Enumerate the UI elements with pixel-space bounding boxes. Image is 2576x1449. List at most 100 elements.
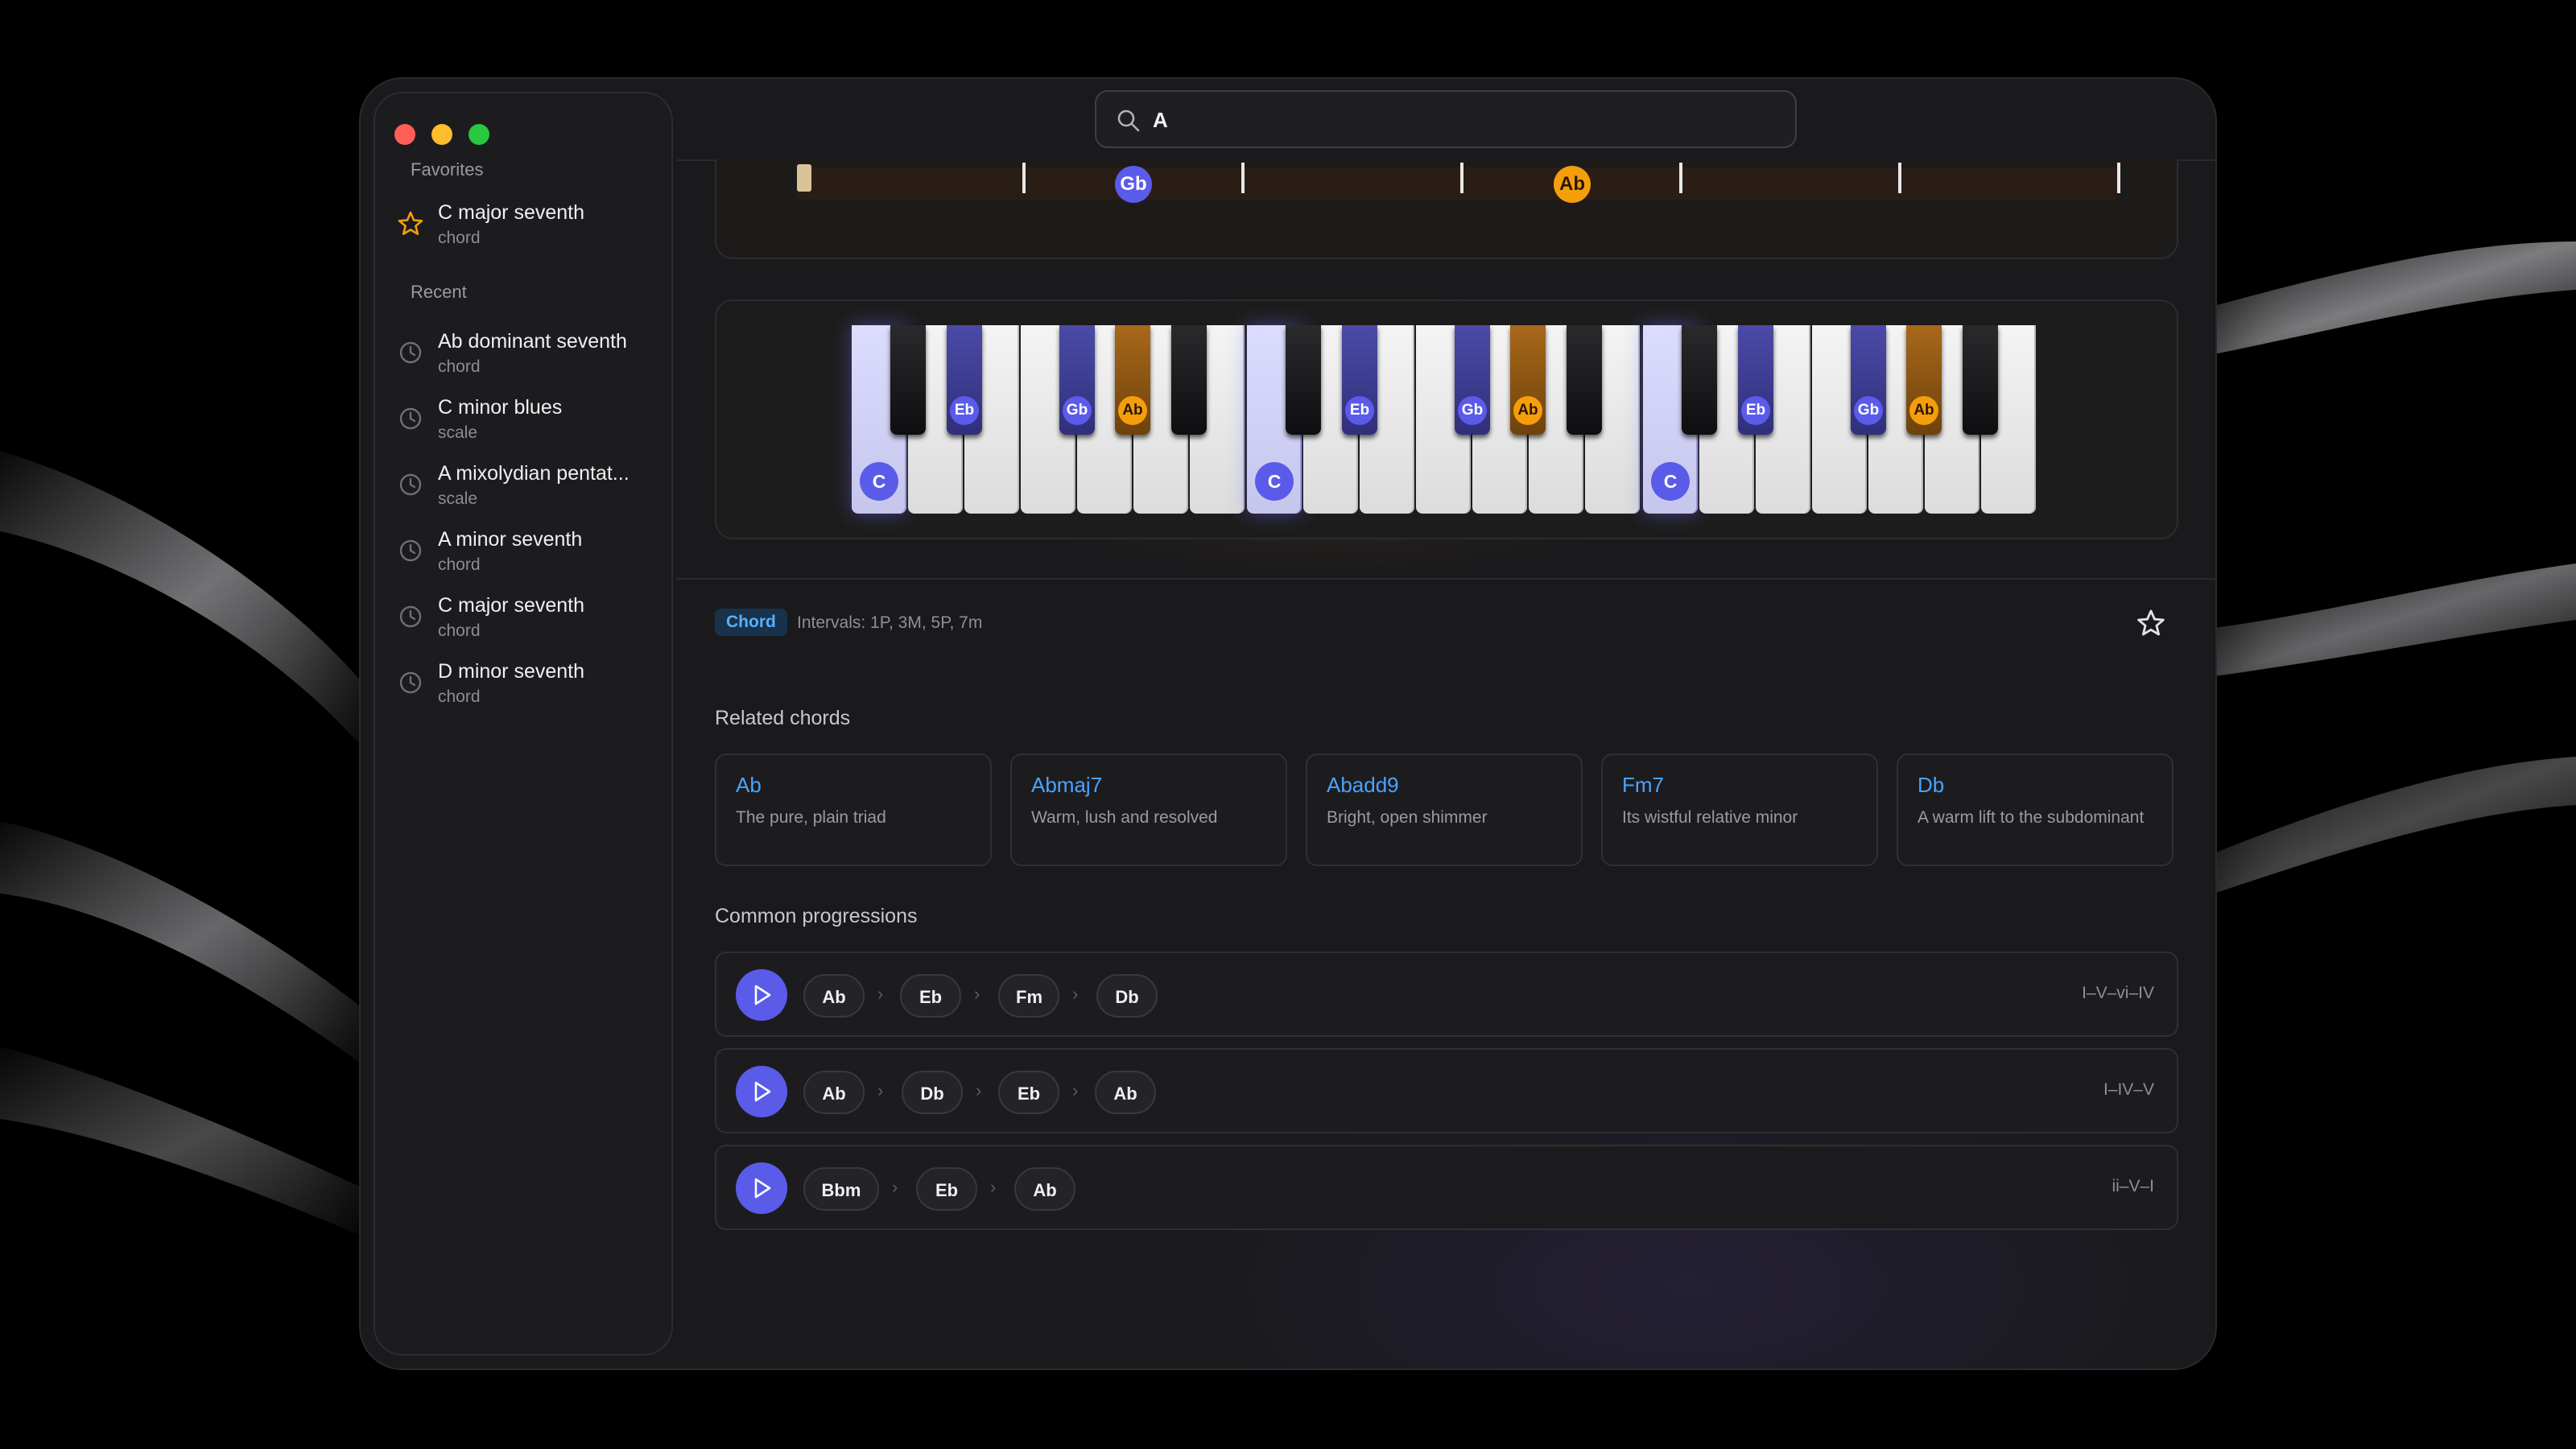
- piano-black-key[interactable]: Gb: [1851, 325, 1886, 435]
- chord-pill[interactable]: Ab: [803, 1071, 865, 1114]
- search-input[interactable]: A: [1095, 90, 1797, 148]
- piano-black-key[interactable]: [1682, 325, 1717, 435]
- related-chord-desc: Warm, lush and resolved: [1031, 808, 1218, 827]
- note-marker: Eb: [950, 396, 979, 425]
- clock-icon: [399, 671, 422, 694]
- play-button[interactable]: [736, 969, 787, 1021]
- intervals-text: Intervals: 1P, 3M, 5P, 7m: [797, 613, 983, 632]
- sidebar-recent-item[interactable]: Ab dominant seventh chord: [396, 327, 662, 385]
- play-icon: [754, 1178, 771, 1199]
- related-chord-card[interactable]: Db A warm lift to the subdominant: [1897, 753, 2174, 866]
- search-value: A: [1153, 108, 1168, 132]
- sidebar: Favorites C major seventh chord Recent A…: [374, 92, 673, 1356]
- piano-black-key[interactable]: Gb: [1455, 325, 1490, 435]
- fretboard-note-marker[interactable]: Gb: [1115, 166, 1152, 203]
- sidebar-recent-item[interactable]: D minor seventh chord: [396, 657, 662, 715]
- play-button[interactable]: [736, 1066, 787, 1117]
- piano-black-key[interactable]: [1171, 325, 1207, 435]
- recent-type: scale: [438, 489, 478, 508]
- piano-black-key[interactable]: Ab: [1115, 325, 1150, 435]
- related-chord-card[interactable]: Fm7 Its wistful relative minor: [1601, 753, 1878, 866]
- related-chord-card[interactable]: Ab The pure, plain triad: [715, 753, 992, 866]
- chord-pill[interactable]: Ab: [803, 974, 865, 1018]
- note-marker: Eb: [1741, 396, 1770, 425]
- chevron-right-icon: ›: [974, 984, 980, 1004]
- piano-black-key[interactable]: Gb: [1059, 325, 1095, 435]
- favorite-type: chord: [438, 229, 481, 247]
- sidebar-recent-item[interactable]: A minor seventh chord: [396, 525, 662, 583]
- fretboard-nut: [797, 164, 811, 192]
- piano-black-key[interactable]: Ab: [1906, 325, 1942, 435]
- search-icon: [1117, 109, 1140, 132]
- note-marker: Gb: [1854, 396, 1883, 425]
- progressions-heading: Common progressions: [715, 905, 918, 927]
- progression-row: Ab › Eb › Fm › Db I–V–vi–IV: [715, 952, 2178, 1037]
- clock-icon: [399, 473, 422, 496]
- related-chord-card[interactable]: Abadd9 Bright, open shimmer: [1306, 753, 1583, 866]
- chord-pill[interactable]: Eb: [998, 1071, 1059, 1114]
- section-divider: [676, 578, 2215, 580]
- recent-heading: Recent: [411, 282, 467, 302]
- clock-icon: [399, 407, 422, 430]
- sidebar-recent-item[interactable]: A mixolydian pentat... scale: [396, 459, 662, 517]
- app-window: Favorites C major seventh chord Recent A…: [361, 79, 2215, 1368]
- piano-black-key[interactable]: Ab: [1510, 325, 1546, 435]
- related-chord-desc: Its wistful relative minor: [1622, 808, 1798, 827]
- chevron-right-icon: ›: [1072, 984, 1079, 1004]
- chord-pill[interactable]: Eb: [916, 1167, 977, 1211]
- recent-title: A mixolydian pentat...: [438, 462, 630, 485]
- related-chord-desc: Bright, open shimmer: [1327, 808, 1488, 827]
- chord-pill[interactable]: Db: [902, 1071, 963, 1114]
- note-marker: Ab: [1118, 396, 1147, 425]
- fret: [1460, 163, 1463, 193]
- minimize-window-button[interactable]: [431, 124, 452, 145]
- sidebar-recent-item[interactable]: C minor blues scale: [396, 393, 662, 451]
- note-marker: Ab: [1909, 396, 1938, 425]
- chord-pill[interactable]: Db: [1096, 974, 1158, 1018]
- chord-pill[interactable]: Fm: [998, 974, 1059, 1018]
- recent-type: chord: [438, 357, 481, 376]
- progression-row: Ab › Db › Eb › Ab I–IV–V: [715, 1048, 2178, 1133]
- piano-black-key[interactable]: [890, 325, 926, 435]
- play-icon: [754, 1081, 771, 1102]
- chevron-right-icon: ›: [990, 1177, 997, 1197]
- chevron-right-icon: ›: [1072, 1080, 1079, 1100]
- sidebar-favorite-item[interactable]: C major seventh chord: [396, 198, 662, 256]
- piano-black-key[interactable]: [1286, 325, 1321, 435]
- chord-pill[interactable]: Ab: [1014, 1167, 1075, 1211]
- chord-pill[interactable]: Bbm: [803, 1167, 879, 1211]
- fretboard-string: [797, 167, 2117, 200]
- chord-pill[interactable]: Eb: [900, 974, 961, 1018]
- piano-black-key[interactable]: [1567, 325, 1602, 435]
- piano-black-key[interactable]: Eb: [1738, 325, 1773, 435]
- sidebar-recent-item[interactable]: C major seventh chord: [396, 591, 662, 649]
- recent-title: C major seventh: [438, 594, 585, 617]
- clock-icon: [399, 605, 422, 628]
- play-button[interactable]: [736, 1162, 787, 1214]
- clock-icon: [399, 539, 422, 562]
- piano-black-key[interactable]: Eb: [947, 325, 982, 435]
- chevron-right-icon: ›: [877, 1080, 884, 1100]
- fretboard-note-marker[interactable]: Ab: [1554, 166, 1591, 203]
- recent-type: chord: [438, 621, 481, 640]
- related-chord-desc: The pure, plain triad: [736, 808, 886, 827]
- chevron-right-icon: ›: [976, 1080, 982, 1100]
- note-marker: C: [860, 462, 898, 501]
- close-window-button[interactable]: [394, 124, 415, 145]
- chevron-right-icon: ›: [877, 984, 884, 1004]
- zoom-window-button[interactable]: [469, 124, 489, 145]
- roman-numerals: I–V–vi–IV: [2082, 984, 2154, 1002]
- piano-black-key[interactable]: [1963, 325, 1998, 435]
- chord-pill[interactable]: Ab: [1095, 1071, 1156, 1114]
- piano-keyboard: C C C Eb Gb Ab Eb Gb Ab Eb Gb Ab: [852, 325, 2040, 514]
- star-icon: [398, 211, 423, 235]
- recent-type: chord: [438, 687, 481, 706]
- roman-numerals: I–IV–V: [2103, 1080, 2154, 1099]
- related-chord-card[interactable]: Abmaj7 Warm, lush and resolved: [1010, 753, 1287, 866]
- favorite-star-button[interactable]: [2135, 607, 2167, 639]
- recent-title: C minor blues: [438, 396, 563, 419]
- recent-title: Ab dominant seventh: [438, 330, 627, 353]
- chevron-right-icon: ›: [892, 1177, 898, 1197]
- piano-black-key[interactable]: Eb: [1342, 325, 1377, 435]
- fret: [2117, 163, 2120, 193]
